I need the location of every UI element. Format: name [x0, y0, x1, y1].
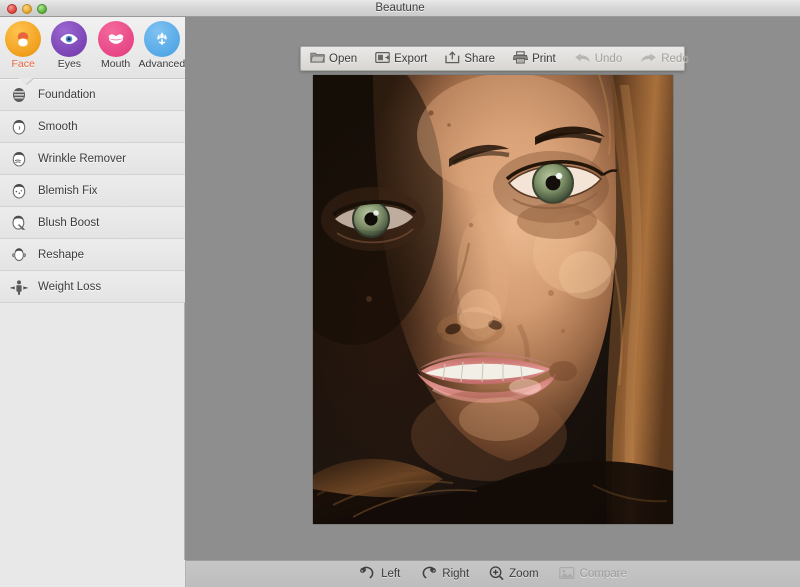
redo-label: Redo	[661, 52, 689, 65]
title-bar: Beautune	[0, 0, 800, 17]
eye-icon	[51, 21, 88, 57]
tool-wrinkle-remover[interactable]: Wrinkle Remover	[0, 143, 185, 175]
tool-blush-boost[interactable]: Blush Boost	[0, 207, 185, 239]
face-wrinkle-icon	[0, 150, 38, 168]
redo-arrow-icon	[640, 51, 657, 67]
face-mask-icon	[0, 86, 38, 104]
tool-reshape[interactable]: Reshape	[0, 239, 185, 271]
tool-label: Reshape	[38, 248, 85, 261]
rotate-left-icon	[359, 566, 376, 583]
tool-label: Smooth	[38, 120, 78, 133]
print-label: Print	[532, 52, 556, 65]
export-icon	[375, 51, 390, 67]
face-reshape-icon	[0, 246, 38, 264]
sidebar: Face Eyes Mouth Advanced Foundation Smoo…	[0, 17, 185, 587]
tool-label: Foundation	[38, 89, 96, 101]
lips-icon	[97, 21, 134, 57]
compare-label: Compare	[579, 568, 627, 580]
category-label: Face	[11, 58, 35, 70]
tool-label: Blemish Fix	[38, 184, 98, 197]
folder-icon	[310, 51, 325, 67]
redo-button[interactable]: Redo	[631, 46, 698, 71]
undo-button[interactable]: Undo	[565, 46, 632, 71]
sidebar-footer	[0, 560, 186, 587]
rotate-left-button[interactable]: Left	[359, 566, 400, 583]
tool-weight-loss[interactable]: Weight Loss	[0, 271, 185, 303]
share-label: Share	[464, 52, 496, 65]
export-label: Export	[394, 52, 428, 65]
zoom-in-icon	[489, 565, 504, 583]
face-icon	[5, 21, 42, 57]
face-blemish-icon	[0, 182, 38, 200]
face-blush-icon	[0, 214, 38, 232]
category-label: Eyes	[57, 58, 82, 70]
face-smooth-icon	[0, 118, 38, 136]
canvas-area: Open Export Share Print Undo Redo	[186, 17, 800, 560]
tool-label: Blush Boost	[38, 216, 100, 229]
export-button[interactable]: Export	[366, 46, 436, 71]
undo-arrow-icon	[574, 51, 591, 67]
share-icon	[445, 50, 460, 67]
top-toolbar: Open Export Share Print Undo Redo	[300, 46, 689, 71]
tool-list: Foundation Smooth Wrinkle Remover Blemis…	[0, 79, 185, 303]
category-bar: Face Eyes Mouth Advanced	[0, 17, 186, 85]
tool-smooth[interactable]: Smooth	[0, 111, 185, 143]
open-button[interactable]: Open	[301, 46, 366, 71]
rotate-left-label: Left	[381, 568, 401, 580]
active-category-pointer	[19, 78, 33, 84]
open-label: Open	[329, 52, 358, 65]
app-window: Beautune Face Eyes Mouth Advanced Founda…	[0, 0, 800, 587]
rotate-right-button[interactable]: Right	[420, 566, 469, 583]
printer-icon	[512, 50, 529, 67]
compare-button[interactable]: Compare	[558, 566, 627, 583]
print-button[interactable]: Print	[504, 46, 565, 71]
category-eyes[interactable]: Eyes	[47, 21, 92, 70]
flower-icon	[143, 21, 180, 57]
category-face[interactable]: Face	[1, 21, 46, 70]
category-label: Advanced	[138, 58, 186, 70]
category-advanced[interactable]: Advanced	[138, 21, 186, 70]
share-button[interactable]: Share	[436, 46, 504, 71]
compare-image-icon	[558, 566, 575, 583]
tool-label: Wrinkle Remover	[38, 152, 126, 165]
body-slim-icon	[0, 278, 38, 296]
rotate-right-icon	[420, 566, 437, 583]
tool-blemish-fix[interactable]: Blemish Fix	[0, 175, 185, 207]
category-label: Mouth	[101, 58, 131, 70]
window-title: Beautune	[375, 2, 425, 14]
rotate-right-label: Right	[442, 568, 470, 580]
portrait-photo[interactable]	[313, 75, 673, 524]
undo-label: Undo	[594, 52, 623, 65]
portrait-photo-render	[313, 75, 673, 524]
category-mouth[interactable]: Mouth	[93, 21, 138, 70]
tool-label: Weight Loss	[38, 280, 102, 293]
bottom-toolbar: Left Right Zoom Compare	[186, 560, 800, 587]
zoom-button[interactable]: Zoom	[489, 565, 539, 583]
zoom-label: Zoom	[509, 568, 539, 580]
